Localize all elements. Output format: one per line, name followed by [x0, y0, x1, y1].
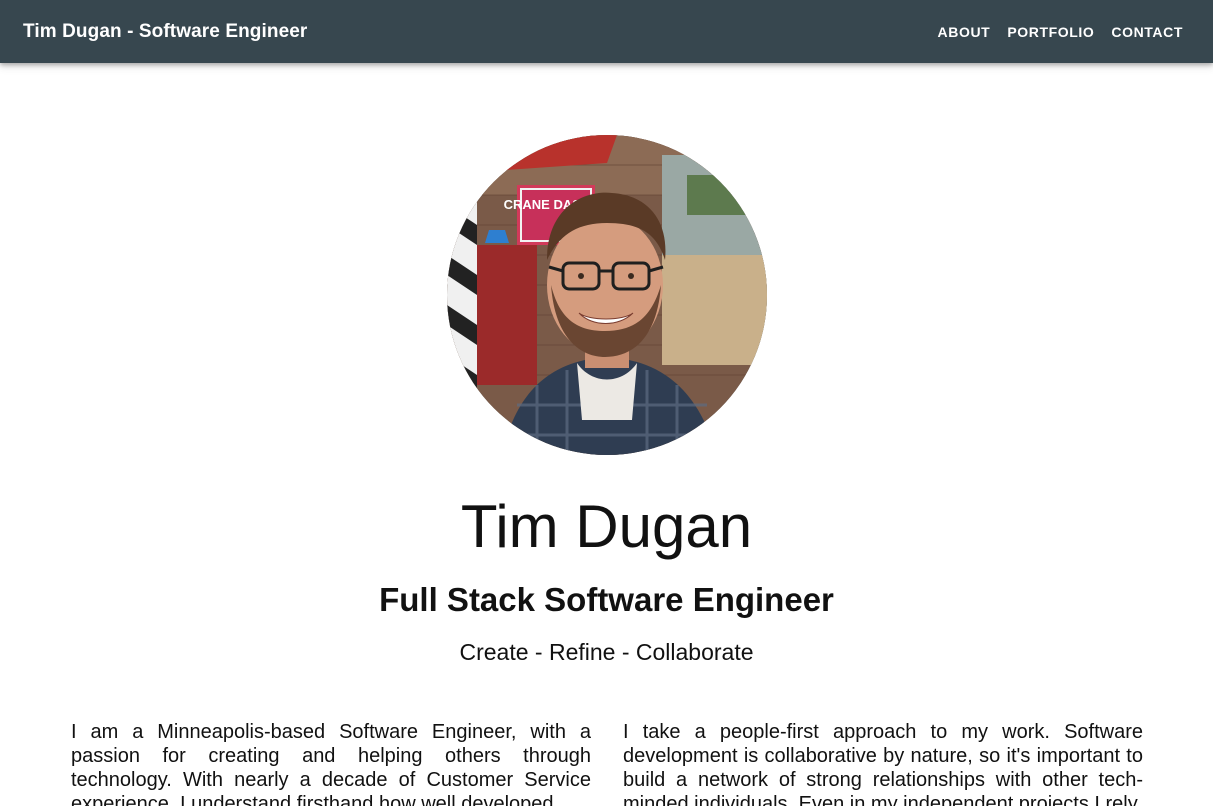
main-nav: ABOUT PORTFOLIO CONTACT: [938, 24, 1183, 40]
profile-title: Full Stack Software Engineer: [379, 581, 834, 618]
brand-link[interactable]: Tim Dugan - Software Engineer: [23, 21, 307, 43]
app-bar: Tim Dugan - Software Engineer ABOUT PORT…: [0, 0, 1213, 63]
profile-photo-illustration: CRANE DASHER: [447, 135, 767, 455]
about-paragraph-left: I am a Minneapolis-based Software Engine…: [71, 721, 591, 806]
nav-portfolio-link[interactable]: PORTFOLIO: [1007, 24, 1094, 40]
profile-photo: CRANE DASHER: [447, 135, 767, 455]
profile-name: Tim Dugan: [460, 493, 753, 560]
nav-contact-link[interactable]: CONTACT: [1111, 24, 1183, 40]
nav-about-link[interactable]: ABOUT: [938, 24, 991, 40]
about-paragraph-right: I take a people-first approach to my wor…: [623, 721, 1143, 806]
profile-tagline: Create - Refine - Collaborate: [459, 639, 754, 665]
